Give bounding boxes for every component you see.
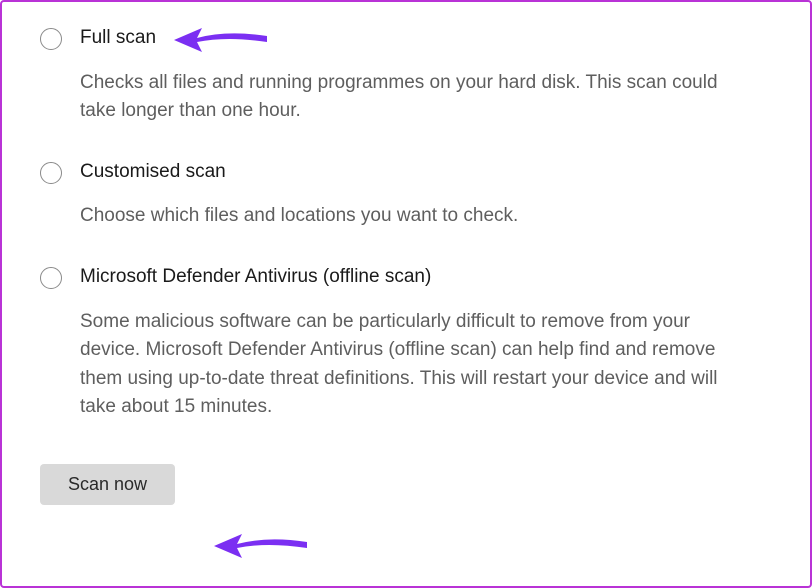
scan-option-full[interactable]: Full scan xyxy=(40,26,772,51)
radio-full-scan[interactable] xyxy=(40,28,62,50)
scan-now-button[interactable]: Scan now xyxy=(40,464,175,505)
label-offline-scan[interactable]: Microsoft Defender Antivirus (offline sc… xyxy=(80,265,431,290)
label-customised-scan[interactable]: Customised scan xyxy=(80,160,226,185)
radio-offline-scan[interactable] xyxy=(40,267,62,289)
label-full-scan[interactable]: Full scan xyxy=(80,26,156,51)
desc-full-scan: Checks all files and running programmes … xyxy=(80,69,740,126)
scan-option-offline[interactable]: Microsoft Defender Antivirus (offline sc… xyxy=(40,265,772,290)
annotation-arrow-icon xyxy=(212,526,312,566)
desc-offline-scan: Some malicious software can be particula… xyxy=(80,308,740,422)
scan-option-customised[interactable]: Customised scan xyxy=(40,160,772,185)
desc-customised-scan: Choose which files and locations you wan… xyxy=(80,202,740,231)
radio-customised-scan[interactable] xyxy=(40,162,62,184)
